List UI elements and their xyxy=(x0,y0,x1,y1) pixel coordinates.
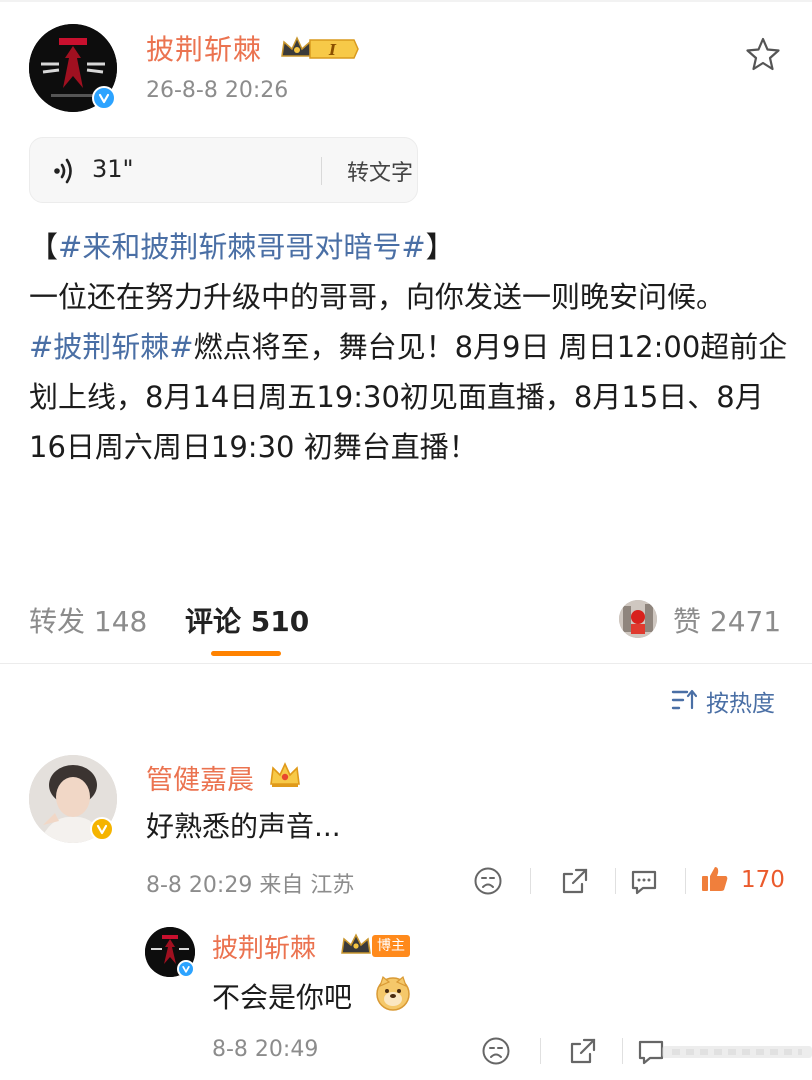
comment-text: 好熟悉的声音... xyxy=(146,810,341,843)
tab-like[interactable]: 赞 2471 xyxy=(673,600,781,640)
action-separator xyxy=(530,868,531,894)
reply-text: 不会是你吧 xyxy=(212,981,353,1014)
post-time: 26-8-8 20:26 xyxy=(146,78,289,103)
sort-by-hot-button[interactable]: 按热度 xyxy=(706,684,775,718)
verified-badge-icon xyxy=(92,86,116,110)
voice-message[interactable]: 31" 转文字 xyxy=(29,137,418,203)
tab-comment[interactable]: 评论 510 xyxy=(185,600,309,640)
sort-icon[interactable] xyxy=(671,688,697,712)
top-divider xyxy=(0,0,812,2)
dislike-icon[interactable] xyxy=(473,866,503,896)
post-paragraph-1: 一位还在努力升级中的哥哥，向你发送一则晚安问候。 xyxy=(29,280,726,314)
post-body: 【#来和披荆斩棘哥哥对暗号#】 一位还在努力升级中的哥哥，向你发送一则晚安问候。… xyxy=(29,222,789,472)
action-separator xyxy=(540,1038,541,1064)
tab-repost[interactable]: 转发 148 xyxy=(29,600,147,640)
like-icon[interactable] xyxy=(700,864,730,894)
bracket-open: 【 xyxy=(29,230,59,264)
doge-emoji xyxy=(376,975,410,1011)
action-separator xyxy=(622,1038,623,1064)
comment-count: 510 xyxy=(250,605,310,638)
post-author-name[interactable]: 披荆斩棘 xyxy=(146,28,262,68)
comment-like-count: 170 xyxy=(741,867,785,893)
star-icon[interactable] xyxy=(745,36,781,72)
verified-gold-badge-icon xyxy=(90,817,114,841)
show-hashtag-link[interactable]: #披荆斩棘# xyxy=(29,330,194,364)
blogger-tag: 博主 xyxy=(372,935,410,957)
repost-label: 转发 xyxy=(29,605,86,638)
section-divider xyxy=(0,663,812,664)
topic-hashtag-link[interactable]: #来和披荆斩棘哥哥对暗号# xyxy=(58,230,426,264)
reply-dislike-icon[interactable] xyxy=(481,1036,511,1066)
active-tab-indicator xyxy=(211,651,281,656)
comment-time: 8-8 20:29 xyxy=(146,873,253,898)
like-label: 赞 xyxy=(673,605,702,638)
commenter-name[interactable]: 管健嘉晨 xyxy=(146,758,254,797)
comment-meta: 8-8 20:29 来自 江苏 xyxy=(146,867,354,899)
liker-avatar[interactable] xyxy=(619,600,657,638)
crown-icon xyxy=(270,762,300,787)
crown-level-badge[interactable]: I xyxy=(280,34,360,68)
voice-duration: 31" xyxy=(92,155,134,183)
watermark xyxy=(662,1046,812,1058)
comment-label: 评论 xyxy=(185,605,242,638)
bracket-close: 】 xyxy=(425,230,455,264)
action-separator xyxy=(615,868,616,894)
reply-time: 8-8 20:49 xyxy=(212,1037,319,1062)
voice-divider xyxy=(321,157,322,185)
like-total: 2471 xyxy=(709,605,782,638)
comment-icon[interactable] xyxy=(629,866,659,896)
reply-author-name[interactable]: 披荆斩棘 xyxy=(212,928,316,965)
crown-level-icon xyxy=(341,933,371,954)
repost-count: 148 xyxy=(93,605,148,638)
reply-share-icon[interactable] xyxy=(568,1036,598,1066)
level-text: I xyxy=(328,41,337,59)
share-icon[interactable] xyxy=(560,866,590,896)
comment-location: 来自 江苏 xyxy=(259,873,355,898)
action-separator xyxy=(685,868,686,894)
to-text-button[interactable]: 转文字 xyxy=(347,155,413,187)
voice-icon xyxy=(54,158,72,184)
verified-badge-icon xyxy=(177,960,195,978)
